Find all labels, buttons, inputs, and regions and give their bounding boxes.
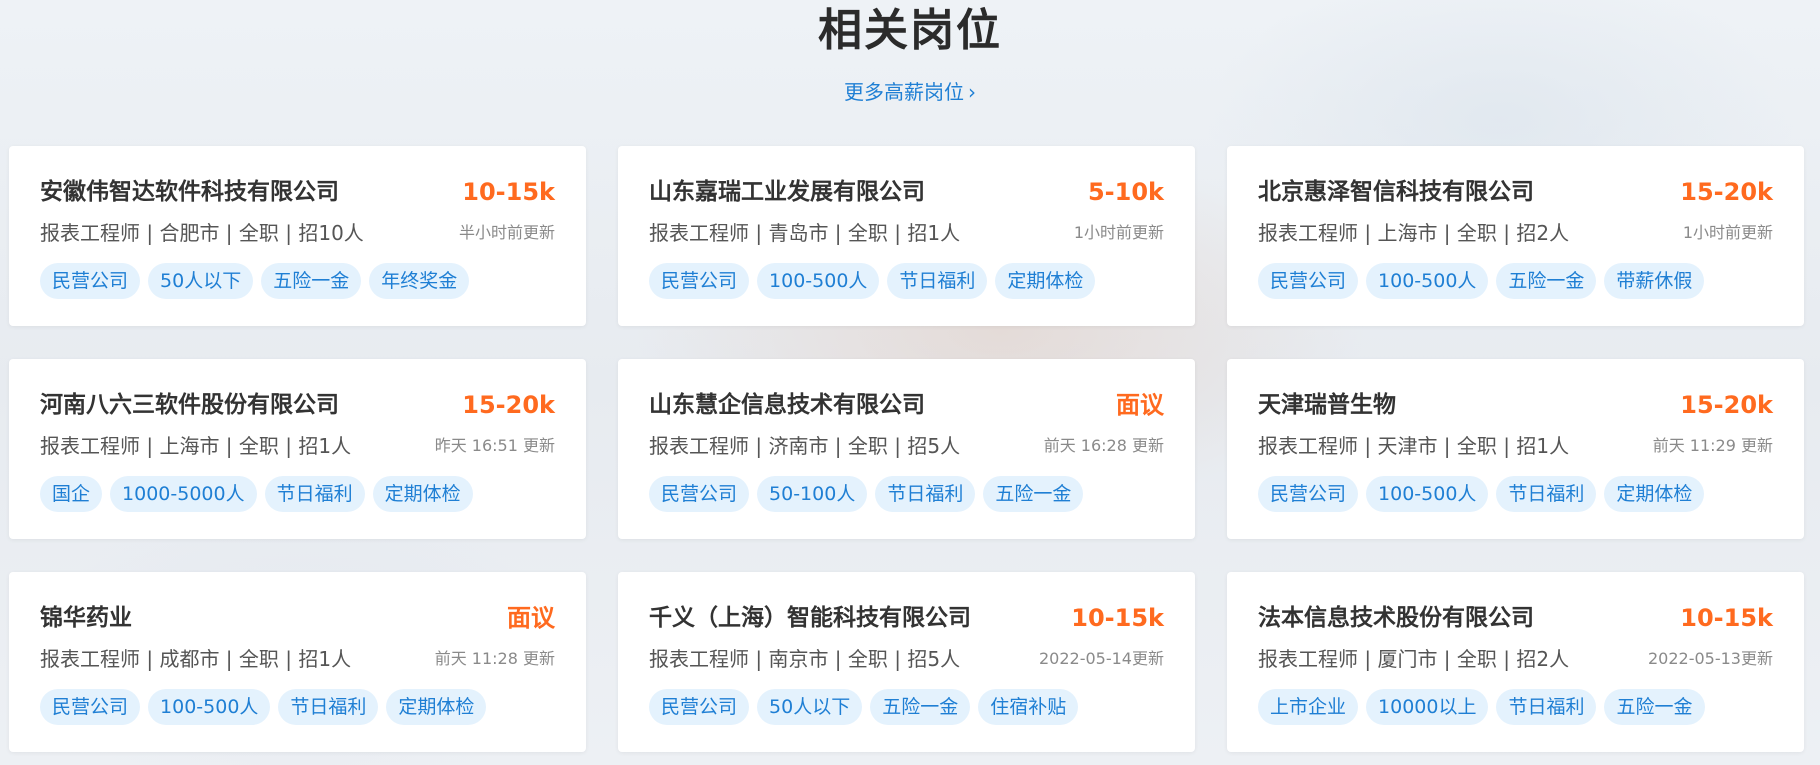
tag: 五险一金 — [983, 476, 1084, 512]
tag: 定期体检 — [1604, 476, 1705, 512]
job-meta: 报表工程师 | 南京市 | 全职 | 招5人 — [649, 647, 961, 671]
company-name[interactable]: 河南八六三软件股份有限公司 — [40, 389, 339, 421]
more-jobs-link[interactable]: 更多高薪岗位 › — [0, 78, 1820, 106]
job-card[interactable]: 北京惠泽智信科技有限公司 15-20k 报表工程师 | 上海市 | 全职 | 招… — [1227, 146, 1804, 326]
tag: 定期体检 — [386, 689, 487, 725]
tag: 五险一金 — [1496, 263, 1597, 299]
tag: 民营公司 — [649, 689, 750, 725]
tag: 五险一金 — [870, 689, 971, 725]
updated-time: 半小时前更新 — [458, 223, 555, 242]
tag-list: 民营公司 50-100人 节日福利 五险一金 — [649, 476, 1091, 514]
tag: 年终奖金 — [369, 263, 470, 299]
job-card[interactable]: 法本信息技术股份有限公司 10-15k 报表工程师 | 厦门市 | 全职 | 招… — [1227, 572, 1804, 752]
updated-time: 前天 11:29 更新 — [1652, 436, 1773, 455]
tag: 50人以下 — [148, 263, 254, 299]
company-name[interactable]: 锦华药业 — [40, 602, 132, 634]
job-meta: 报表工程师 | 天津市 | 全职 | 招1人 — [1258, 434, 1570, 458]
tag: 50-100人 — [757, 476, 868, 512]
job-meta: 报表工程师 | 厦门市 | 全职 | 招2人 — [1258, 647, 1570, 671]
tag-list: 民营公司 100-500人 节日福利 定期体检 — [649, 263, 1103, 301]
tag: 50人以下 — [757, 689, 863, 725]
updated-time: 昨天 16:51 更新 — [434, 436, 555, 455]
job-card[interactable]: 锦华药业 面议 报表工程师 | 成都市 | 全职 | 招1人 前天 11:28 … — [9, 572, 586, 752]
job-card[interactable]: 山东慧企信息技术有限公司 面议 报表工程师 | 济南市 | 全职 | 招5人 前… — [618, 359, 1195, 539]
company-name[interactable]: 安徽伟智达软件科技有限公司 — [40, 176, 339, 208]
updated-time: 前天 16:28 更新 — [1043, 436, 1164, 455]
tag-list: 民营公司 100-500人 节日福利 定期体检 — [40, 689, 494, 727]
job-card[interactable]: 山东嘉瑞工业发展有限公司 5-10k 报表工程师 | 青岛市 | 全职 | 招1… — [618, 146, 1195, 326]
salary: 5-10k — [1087, 178, 1164, 206]
tag: 100-500人 — [1366, 263, 1489, 299]
salary: 10-15k — [1680, 604, 1773, 632]
tag: 节日福利 — [278, 689, 379, 725]
tag: 节日福利 — [264, 476, 365, 512]
updated-time: 前天 11:28 更新 — [434, 649, 555, 668]
tag-list: 民营公司 100-500人 五险一金 带薪休假 — [1258, 263, 1712, 301]
job-card[interactable]: 千义（上海）智能科技有限公司 10-15k 报表工程师 | 南京市 | 全职 |… — [618, 572, 1195, 752]
updated-time: 1小时前更新 — [1073, 223, 1164, 242]
salary: 面议 — [507, 604, 555, 632]
tag: 100-500人 — [757, 263, 880, 299]
tag: 民营公司 — [1258, 476, 1359, 512]
job-meta: 报表工程师 | 成都市 | 全职 | 招1人 — [40, 647, 352, 671]
tag: 100-500人 — [1366, 476, 1489, 512]
tag: 10000以上 — [1366, 689, 1489, 725]
company-name[interactable]: 北京惠泽智信科技有限公司 — [1258, 176, 1534, 208]
tag-list: 民营公司 50人以下 五险一金 年终奖金 — [40, 263, 477, 301]
salary: 15-20k — [1680, 391, 1773, 419]
more-jobs-link-label[interactable]: 更多高薪岗位 — [844, 80, 964, 104]
tag: 民营公司 — [40, 263, 141, 299]
job-meta: 报表工程师 | 济南市 | 全职 | 招5人 — [649, 434, 961, 458]
tag: 民营公司 — [40, 689, 141, 725]
job-card[interactable]: 河南八六三软件股份有限公司 15-20k 报表工程师 | 上海市 | 全职 | … — [9, 359, 586, 539]
salary: 15-20k — [462, 391, 555, 419]
chevron-right-icon[interactable]: › — [968, 78, 976, 106]
tag: 国企 — [40, 476, 103, 512]
tag: 100-500人 — [148, 689, 271, 725]
page-title: 相关岗位 — [818, 5, 1002, 56]
tag: 上市企业 — [1258, 689, 1359, 725]
updated-time: 2022-05-13更新 — [1648, 649, 1773, 668]
tag: 定期体检 — [372, 476, 473, 512]
company-name[interactable]: 法本信息技术股份有限公司 — [1258, 602, 1534, 634]
salary: 15-20k — [1680, 178, 1773, 206]
updated-time: 1小时前更新 — [1682, 223, 1773, 242]
company-name[interactable]: 天津瑞普生物 — [1258, 389, 1396, 421]
tag: 五险一金 — [1604, 689, 1705, 725]
salary: 10-15k — [1071, 604, 1164, 632]
job-meta: 报表工程师 | 合肥市 | 全职 | 招10人 — [40, 221, 364, 245]
tag-list: 民营公司 50人以下 五险一金 住宿补贴 — [649, 689, 1086, 727]
tag: 五险一金 — [261, 263, 362, 299]
company-name[interactable]: 山东嘉瑞工业发展有限公司 — [649, 176, 925, 208]
tag: 民营公司 — [649, 476, 750, 512]
job-meta: 报表工程师 | 青岛市 | 全职 | 招1人 — [649, 221, 961, 245]
tag-list: 国企 1000-5000人 节日福利 定期体检 — [40, 476, 481, 514]
tag: 民营公司 — [1258, 263, 1359, 299]
tag: 节日福利 — [1496, 689, 1597, 725]
tag-list: 民营公司 100-500人 节日福利 定期体检 — [1258, 476, 1712, 514]
tag: 带薪休假 — [1604, 263, 1705, 299]
job-card[interactable]: 安徽伟智达软件科技有限公司 10-15k 报表工程师 | 合肥市 | 全职 | … — [9, 146, 586, 326]
tag: 民营公司 — [649, 263, 750, 299]
job-meta: 报表工程师 | 上海市 | 全职 | 招1人 — [40, 434, 352, 458]
salary: 面议 — [1116, 391, 1164, 419]
salary: 10-15k — [462, 178, 555, 206]
job-meta: 报表工程师 | 上海市 | 全职 | 招2人 — [1258, 221, 1570, 245]
updated-time: 2022-05-14更新 — [1039, 649, 1164, 668]
tag: 节日福利 — [1496, 476, 1597, 512]
tag: 定期体检 — [995, 263, 1096, 299]
tag: 节日福利 — [887, 263, 988, 299]
tag: 1000-5000人 — [110, 476, 257, 512]
company-name[interactable]: 千义（上海）智能科技有限公司 — [649, 602, 971, 634]
tag: 节日福利 — [875, 476, 976, 512]
job-card[interactable]: 天津瑞普生物 15-20k 报表工程师 | 天津市 | 全职 | 招1人 前天 … — [1227, 359, 1804, 539]
tag: 住宿补贴 — [978, 689, 1079, 725]
tag-list: 上市企业 10000以上 节日福利 五险一金 — [1258, 689, 1713, 727]
company-name[interactable]: 山东慧企信息技术有限公司 — [649, 389, 925, 421]
